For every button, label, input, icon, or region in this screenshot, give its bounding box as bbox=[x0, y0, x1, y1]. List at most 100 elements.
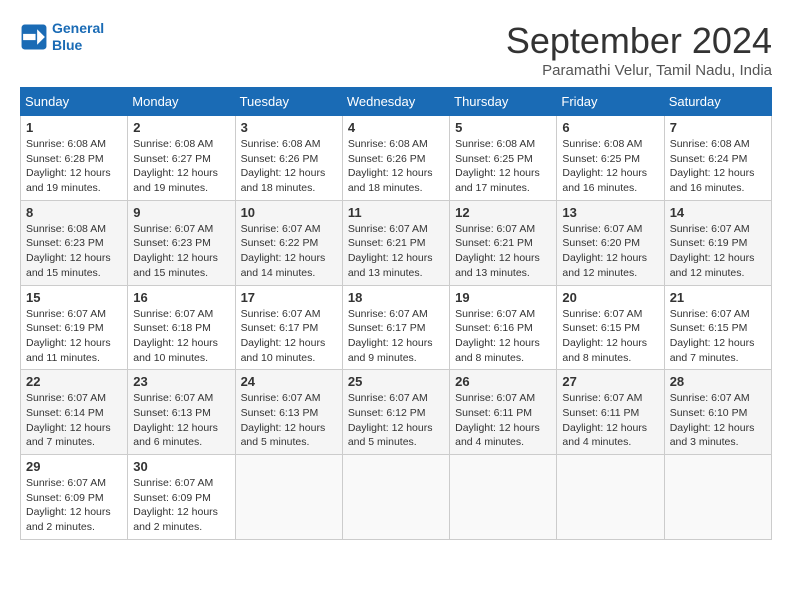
day-cell-7: 7 Sunrise: 6:08 AM Sunset: 6:24 PM Daylig… bbox=[664, 116, 771, 201]
logo-text: General Blue bbox=[52, 20, 104, 54]
day-number: 28 bbox=[670, 374, 766, 389]
day-info: Sunrise: 6:08 AM Sunset: 6:27 PM Dayligh… bbox=[133, 137, 229, 196]
day-number: 9 bbox=[133, 205, 229, 220]
day-info: Sunrise: 6:07 AM Sunset: 6:16 PM Dayligh… bbox=[455, 307, 551, 366]
day-cell-19: 19 Sunrise: 6:07 AM Sunset: 6:16 PM Dayli… bbox=[450, 285, 557, 370]
day-cell-23: 23 Sunrise: 6:07 AM Sunset: 6:13 PM Dayli… bbox=[128, 370, 235, 455]
day-info: Sunrise: 6:07 AM Sunset: 6:09 PM Dayligh… bbox=[133, 476, 229, 535]
month-title: September 2024 bbox=[506, 20, 772, 62]
day-number: 14 bbox=[670, 205, 766, 220]
header-cell-saturday: Saturday bbox=[664, 88, 771, 116]
day-number: 10 bbox=[241, 205, 337, 220]
empty-cell bbox=[235, 455, 342, 540]
day-info: Sunrise: 6:07 AM Sunset: 6:11 PM Dayligh… bbox=[455, 391, 551, 450]
empty-cell bbox=[342, 455, 449, 540]
header-cell-monday: Monday bbox=[128, 88, 235, 116]
day-cell-25: 25 Sunrise: 6:07 AM Sunset: 6:12 PM Dayli… bbox=[342, 370, 449, 455]
day-info: Sunrise: 6:07 AM Sunset: 6:09 PM Dayligh… bbox=[26, 476, 122, 535]
page-container: General Blue September 2024 Paramathi Ve… bbox=[20, 20, 772, 540]
day-cell-2: 2 Sunrise: 6:08 AM Sunset: 6:27 PM Daylig… bbox=[128, 116, 235, 201]
day-info: Sunrise: 6:07 AM Sunset: 6:22 PM Dayligh… bbox=[241, 222, 337, 281]
day-number: 2 bbox=[133, 120, 229, 135]
week-row-2: 8 Sunrise: 6:08 AM Sunset: 6:23 PM Daylig… bbox=[21, 200, 772, 285]
day-cell-13: 13 Sunrise: 6:07 AM Sunset: 6:20 PM Dayli… bbox=[557, 200, 664, 285]
day-number: 19 bbox=[455, 290, 551, 305]
empty-cell bbox=[557, 455, 664, 540]
day-cell-20: 20Sunrise: 6:07 AM Sunset: 6:15 PM Dayli… bbox=[557, 285, 664, 370]
day-cell-8: 8 Sunrise: 6:08 AM Sunset: 6:23 PM Daylig… bbox=[21, 200, 128, 285]
day-info: Sunrise: 6:08 AM Sunset: 6:26 PM Dayligh… bbox=[241, 137, 337, 196]
day-cell-14: 14Sunrise: 6:07 AM Sunset: 6:19 PM Dayli… bbox=[664, 200, 771, 285]
day-info: Sunrise: 6:07 AM Sunset: 6:21 PM Dayligh… bbox=[455, 222, 551, 281]
day-info: Sunrise: 6:08 AM Sunset: 6:23 PM Dayligh… bbox=[26, 222, 122, 281]
logo-line1: General bbox=[52, 20, 104, 36]
day-number: 6 bbox=[562, 120, 658, 135]
day-cell-15: 15Sunrise: 6:07 AM Sunset: 6:19 PM Dayli… bbox=[21, 285, 128, 370]
header-cell-wednesday: Wednesday bbox=[342, 88, 449, 116]
day-info: Sunrise: 6:07 AM Sunset: 6:12 PM Dayligh… bbox=[348, 391, 444, 450]
day-info: Sunrise: 6:08 AM Sunset: 6:24 PM Dayligh… bbox=[670, 137, 766, 196]
week-row-1: 1Sunrise: 6:08 AM Sunset: 6:28 PM Daylig… bbox=[21, 116, 772, 201]
day-cell-17: 17 Sunrise: 6:07 AM Sunset: 6:17 PM Dayli… bbox=[235, 285, 342, 370]
day-info: Sunrise: 6:08 AM Sunset: 6:28 PM Dayligh… bbox=[26, 137, 122, 196]
logo-line2: Blue bbox=[52, 37, 82, 53]
day-number: 15 bbox=[26, 290, 122, 305]
header-cell-tuesday: Tuesday bbox=[235, 88, 342, 116]
day-info: Sunrise: 6:07 AM Sunset: 6:13 PM Dayligh… bbox=[133, 391, 229, 450]
day-cell-30: 30 Sunrise: 6:07 AM Sunset: 6:09 PM Dayli… bbox=[128, 455, 235, 540]
day-cell-29: 29Sunrise: 6:07 AM Sunset: 6:09 PM Dayli… bbox=[21, 455, 128, 540]
empty-cell bbox=[450, 455, 557, 540]
day-cell-1: 1Sunrise: 6:08 AM Sunset: 6:28 PM Daylig… bbox=[21, 116, 128, 201]
header-cell-friday: Friday bbox=[557, 88, 664, 116]
day-number: 23 bbox=[133, 374, 229, 389]
day-info: Sunrise: 6:07 AM Sunset: 6:23 PM Dayligh… bbox=[133, 222, 229, 281]
day-cell-4: 4Sunrise: 6:08 AM Sunset: 6:26 PM Daylig… bbox=[342, 116, 449, 201]
logo: General Blue bbox=[20, 20, 104, 54]
day-number: 18 bbox=[348, 290, 444, 305]
day-number: 26 bbox=[455, 374, 551, 389]
day-cell-10: 10 Sunrise: 6:07 AM Sunset: 6:22 PM Dayli… bbox=[235, 200, 342, 285]
day-number: 21 bbox=[670, 290, 766, 305]
week-row-3: 15Sunrise: 6:07 AM Sunset: 6:19 PM Dayli… bbox=[21, 285, 772, 370]
day-info: Sunrise: 6:07 AM Sunset: 6:13 PM Dayligh… bbox=[241, 391, 337, 450]
header-row: SundayMondayTuesdayWednesdayThursdayFrid… bbox=[21, 88, 772, 116]
day-number: 27 bbox=[562, 374, 658, 389]
day-number: 16 bbox=[133, 290, 229, 305]
day-cell-5: 5 Sunrise: 6:08 AM Sunset: 6:25 PM Daylig… bbox=[450, 116, 557, 201]
day-number: 8 bbox=[26, 205, 122, 220]
day-info: Sunrise: 6:07 AM Sunset: 6:15 PM Dayligh… bbox=[562, 307, 658, 366]
day-number: 5 bbox=[455, 120, 551, 135]
day-info: Sunrise: 6:07 AM Sunset: 6:14 PM Dayligh… bbox=[26, 391, 122, 450]
day-cell-6: 6 Sunrise: 6:08 AM Sunset: 6:25 PM Daylig… bbox=[557, 116, 664, 201]
day-cell-21: 21 Sunrise: 6:07 AM Sunset: 6:15 PM Dayli… bbox=[664, 285, 771, 370]
day-info: Sunrise: 6:07 AM Sunset: 6:11 PM Dayligh… bbox=[562, 391, 658, 450]
header-cell-thursday: Thursday bbox=[450, 88, 557, 116]
day-cell-3: 3Sunrise: 6:08 AM Sunset: 6:26 PM Daylig… bbox=[235, 116, 342, 201]
day-cell-24: 24Sunrise: 6:07 AM Sunset: 6:13 PM Dayli… bbox=[235, 370, 342, 455]
location-title: Paramathi Velur, Tamil Nadu, India bbox=[506, 62, 772, 79]
day-info: Sunrise: 6:08 AM Sunset: 6:25 PM Dayligh… bbox=[455, 137, 551, 196]
calendar-table: SundayMondayTuesdayWednesdayThursdayFrid… bbox=[20, 87, 772, 540]
day-number: 13 bbox=[562, 205, 658, 220]
day-info: Sunrise: 6:08 AM Sunset: 6:26 PM Dayligh… bbox=[348, 137, 444, 196]
day-info: Sunrise: 6:07 AM Sunset: 6:21 PM Dayligh… bbox=[348, 222, 444, 281]
day-number: 22 bbox=[26, 374, 122, 389]
day-info: Sunrise: 6:07 AM Sunset: 6:18 PM Dayligh… bbox=[133, 307, 229, 366]
day-cell-22: 22 Sunrise: 6:07 AM Sunset: 6:14 PM Dayli… bbox=[21, 370, 128, 455]
title-block: September 2024 Paramathi Velur, Tamil Na… bbox=[506, 20, 772, 79]
day-info: Sunrise: 6:07 AM Sunset: 6:15 PM Dayligh… bbox=[670, 307, 766, 366]
day-info: Sunrise: 6:08 AM Sunset: 6:25 PM Dayligh… bbox=[562, 137, 658, 196]
day-number: 7 bbox=[670, 120, 766, 135]
day-cell-28: 28Sunrise: 6:07 AM Sunset: 6:10 PM Dayli… bbox=[664, 370, 771, 455]
day-cell-11: 11Sunrise: 6:07 AM Sunset: 6:21 PM Dayli… bbox=[342, 200, 449, 285]
empty-cell bbox=[664, 455, 771, 540]
day-number: 17 bbox=[241, 290, 337, 305]
day-number: 25 bbox=[348, 374, 444, 389]
day-cell-16: 16 Sunrise: 6:07 AM Sunset: 6:18 PM Dayli… bbox=[128, 285, 235, 370]
day-info: Sunrise: 6:07 AM Sunset: 6:20 PM Dayligh… bbox=[562, 222, 658, 281]
day-info: Sunrise: 6:07 AM Sunset: 6:17 PM Dayligh… bbox=[241, 307, 337, 366]
day-info: Sunrise: 6:07 AM Sunset: 6:17 PM Dayligh… bbox=[348, 307, 444, 366]
day-number: 30 bbox=[133, 459, 229, 474]
day-cell-27: 27 Sunrise: 6:07 AM Sunset: 6:11 PM Dayli… bbox=[557, 370, 664, 455]
week-row-5: 29Sunrise: 6:07 AM Sunset: 6:09 PM Dayli… bbox=[21, 455, 772, 540]
